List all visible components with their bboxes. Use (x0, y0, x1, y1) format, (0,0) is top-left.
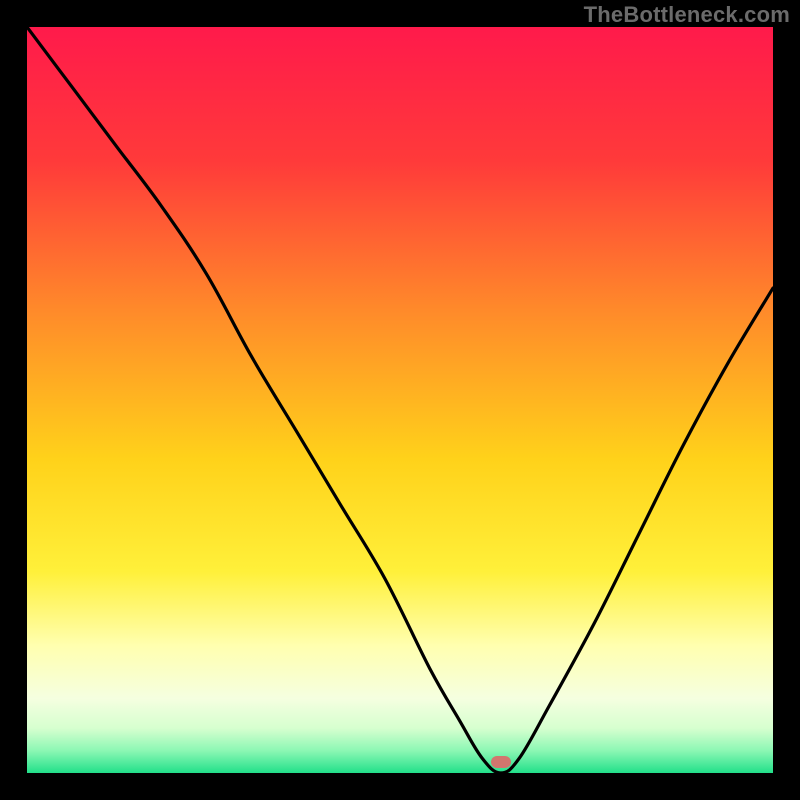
curve-layer (27, 27, 773, 773)
bottleneck-curve (27, 27, 773, 773)
watermark-text: TheBottleneck.com (584, 2, 790, 28)
plot-area (27, 27, 773, 773)
optimal-point-marker (491, 756, 511, 768)
chart-frame: TheBottleneck.com (0, 0, 800, 800)
